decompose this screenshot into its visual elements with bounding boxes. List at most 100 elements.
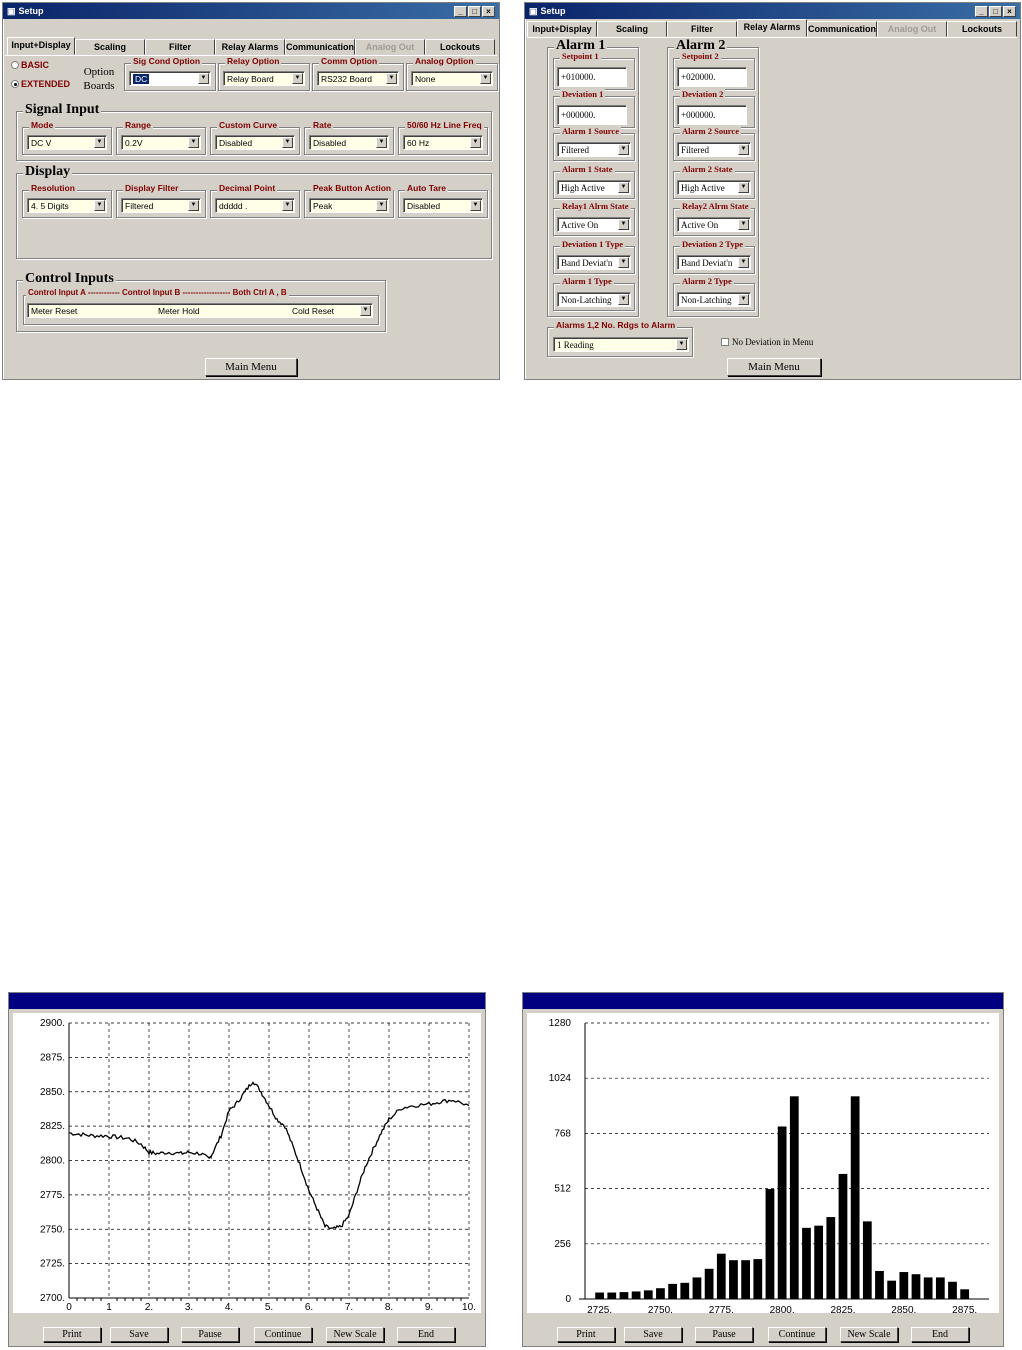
deviation-2-input[interactable]: +000000.	[677, 104, 747, 125]
alarm-1-state-select[interactable]: High Active ▼	[557, 179, 631, 195]
pause-button[interactable]: Pause	[181, 1327, 239, 1342]
main-menu-button[interactable]: Main Menu	[205, 358, 297, 376]
custom-curve-select[interactable]: Disabled ▼	[215, 135, 295, 150]
chevron-down-icon[interactable]: ▼	[376, 200, 387, 211]
chart-titlebar[interactable]	[523, 993, 1003, 1009]
tab-filter[interactable]: Filter	[667, 21, 737, 37]
minimize-button[interactable]: _	[975, 5, 988, 17]
close-button[interactable]: ×	[1003, 5, 1016, 17]
chevron-down-icon[interactable]: ▼	[188, 200, 199, 211]
radio-basic[interactable]: BASIC	[11, 60, 49, 70]
alarm-2-source-select[interactable]: Filtered ▼	[677, 142, 751, 157]
50-60-hz-line-freq-select[interactable]: 60 Hz ▼	[403, 135, 483, 150]
continue-button[interactable]: Continue	[768, 1327, 826, 1342]
tab-relay-alarms[interactable]: Relay Alarms	[215, 39, 285, 55]
rate-select[interactable]: Disabled ▼	[309, 135, 389, 150]
end-button[interactable]: End	[911, 1327, 969, 1342]
tab-relay-alarms[interactable]: Relay Alarms	[737, 19, 807, 37]
mode-select[interactable]: DC V ▼	[27, 135, 107, 150]
tab-analog-out[interactable]: Analog Out	[877, 21, 947, 37]
tab-lockouts[interactable]: Lockouts	[425, 39, 495, 55]
tab-communication[interactable]: Communication	[807, 21, 877, 37]
radio-basic-circle[interactable]	[11, 61, 19, 69]
window-titlebar[interactable]: ▣ Setup _ □ ×	[3, 3, 499, 19]
checkbox-icon[interactable]	[721, 338, 729, 346]
chevron-down-icon[interactable]: ▼	[198, 73, 209, 84]
deviation-2-type-select[interactable]: Band Deviat'n ▼	[677, 254, 751, 270]
continue-button[interactable]: Continue	[254, 1327, 312, 1342]
chevron-down-icon[interactable]: ▼	[738, 256, 749, 268]
chevron-down-icon[interactable]: ▼	[480, 73, 491, 84]
chart-titlebar[interactable]	[9, 993, 485, 1009]
chevron-down-icon[interactable]: ▼	[360, 305, 371, 316]
print-button[interactable]: Print	[557, 1327, 615, 1342]
tab-input-display[interactable]: Input+Display	[7, 37, 75, 55]
main-menu-button[interactable]: Main Menu	[727, 358, 821, 376]
analog-option-select[interactable]: None ▼	[411, 71, 493, 86]
pause-button[interactable]: Pause	[695, 1327, 753, 1342]
comm-option-select[interactable]: RS232 Board ▼	[317, 71, 399, 86]
rdgs-to-alarm-select[interactable]: 1 Reading ▼	[553, 337, 689, 352]
setpoint-1-input[interactable]: +010000.	[557, 67, 627, 87]
radio-extended-circle[interactable]	[11, 80, 19, 88]
chevron-down-icon[interactable]: ▼	[470, 137, 481, 148]
auto-tare-select[interactable]: Disabled ▼	[403, 198, 483, 213]
chevron-down-icon[interactable]: ▼	[94, 137, 105, 148]
relay-option-select[interactable]: Relay Board ▼	[223, 71, 305, 86]
tab-scaling[interactable]: Scaling	[597, 21, 667, 37]
setpoint-2-input[interactable]: +020000.	[677, 67, 747, 87]
chevron-down-icon[interactable]: ▼	[470, 200, 481, 211]
print-button[interactable]: Print	[43, 1327, 101, 1342]
window-titlebar[interactable]: ▣ Setup _ □ ×	[525, 3, 1020, 19]
chevron-down-icon[interactable]: ▼	[618, 294, 629, 305]
chevron-down-icon[interactable]: ▼	[282, 137, 293, 148]
relay2-alrm-state-select[interactable]: Active On ▼	[677, 217, 751, 232]
alarm-2-type-select[interactable]: Non-Latching ▼	[677, 292, 751, 307]
tab-input-display[interactable]: Input+Display	[527, 21, 597, 37]
maximize-button[interactable]: □	[989, 5, 1002, 17]
chevron-down-icon[interactable]: ▼	[618, 219, 629, 230]
chevron-down-icon[interactable]: ▼	[738, 181, 749, 193]
save-button[interactable]: Save	[624, 1327, 682, 1342]
minimize-button[interactable]: _	[454, 5, 467, 17]
alarm-1-source-select[interactable]: Filtered ▼	[557, 142, 631, 157]
peak-button-action-select[interactable]: Peak ▼	[309, 198, 389, 213]
end-button[interactable]: End	[397, 1327, 455, 1342]
control-inputs-combo[interactable]: Meter Reset Meter Hold Cold Reset ▼	[27, 303, 373, 318]
chevron-down-icon[interactable]: ▼	[376, 137, 387, 148]
new-scale-button[interactable]: New Scale	[840, 1327, 898, 1342]
deviation-1-type-select[interactable]: Band Deviat'n ▼	[557, 254, 631, 270]
chevron-down-icon[interactable]: ▼	[292, 73, 303, 84]
chevron-down-icon[interactable]: ▼	[618, 181, 629, 193]
chevron-down-icon[interactable]: ▼	[618, 256, 629, 268]
chevron-down-icon[interactable]: ▼	[618, 144, 629, 155]
chevron-down-icon[interactable]: ▼	[282, 200, 293, 211]
no-deviation-checkbox[interactable]: No Deviation in Menu	[721, 337, 813, 347]
relay1-alrm-state-select[interactable]: Active On ▼	[557, 217, 631, 232]
tab-lockouts[interactable]: Lockouts	[947, 21, 1017, 37]
chevron-down-icon[interactable]: ▼	[676, 339, 687, 350]
chevron-down-icon[interactable]: ▼	[738, 219, 749, 230]
tab-analog-out[interactable]: Analog Out	[355, 39, 425, 55]
close-button[interactable]: ×	[482, 5, 495, 17]
alarm-2-state-select[interactable]: High Active ▼	[677, 179, 751, 195]
tab-filter[interactable]: Filter	[145, 39, 215, 55]
display-filter-select[interactable]: Filtered ▼	[121, 198, 201, 213]
deviation-1-input[interactable]: +000000.	[557, 104, 627, 125]
chevron-down-icon[interactable]: ▼	[738, 144, 749, 155]
alarm-1-type-select[interactable]: Non-Latching ▼	[557, 292, 631, 307]
new-scale-button[interactable]: New Scale	[326, 1327, 384, 1342]
resolution-select[interactable]: 4. 5 Digits ▼	[27, 198, 107, 213]
save-button[interactable]: Save	[110, 1327, 168, 1342]
range-select[interactable]: 0.2V ▼	[121, 135, 201, 150]
radio-extended[interactable]: EXTENDED	[11, 79, 70, 89]
tab-communication[interactable]: Communication	[285, 39, 355, 55]
sig-cond-option-select[interactable]: DC ▼	[129, 71, 211, 86]
chevron-down-icon[interactable]: ▼	[188, 137, 199, 148]
maximize-button[interactable]: □	[468, 5, 481, 17]
chevron-down-icon[interactable]: ▼	[738, 294, 749, 305]
decimal-point-select[interactable]: ddddd . ▼	[215, 198, 295, 213]
chevron-down-icon[interactable]: ▼	[94, 200, 105, 211]
tab-scaling[interactable]: Scaling	[75, 39, 145, 55]
chevron-down-icon[interactable]: ▼	[386, 73, 397, 84]
